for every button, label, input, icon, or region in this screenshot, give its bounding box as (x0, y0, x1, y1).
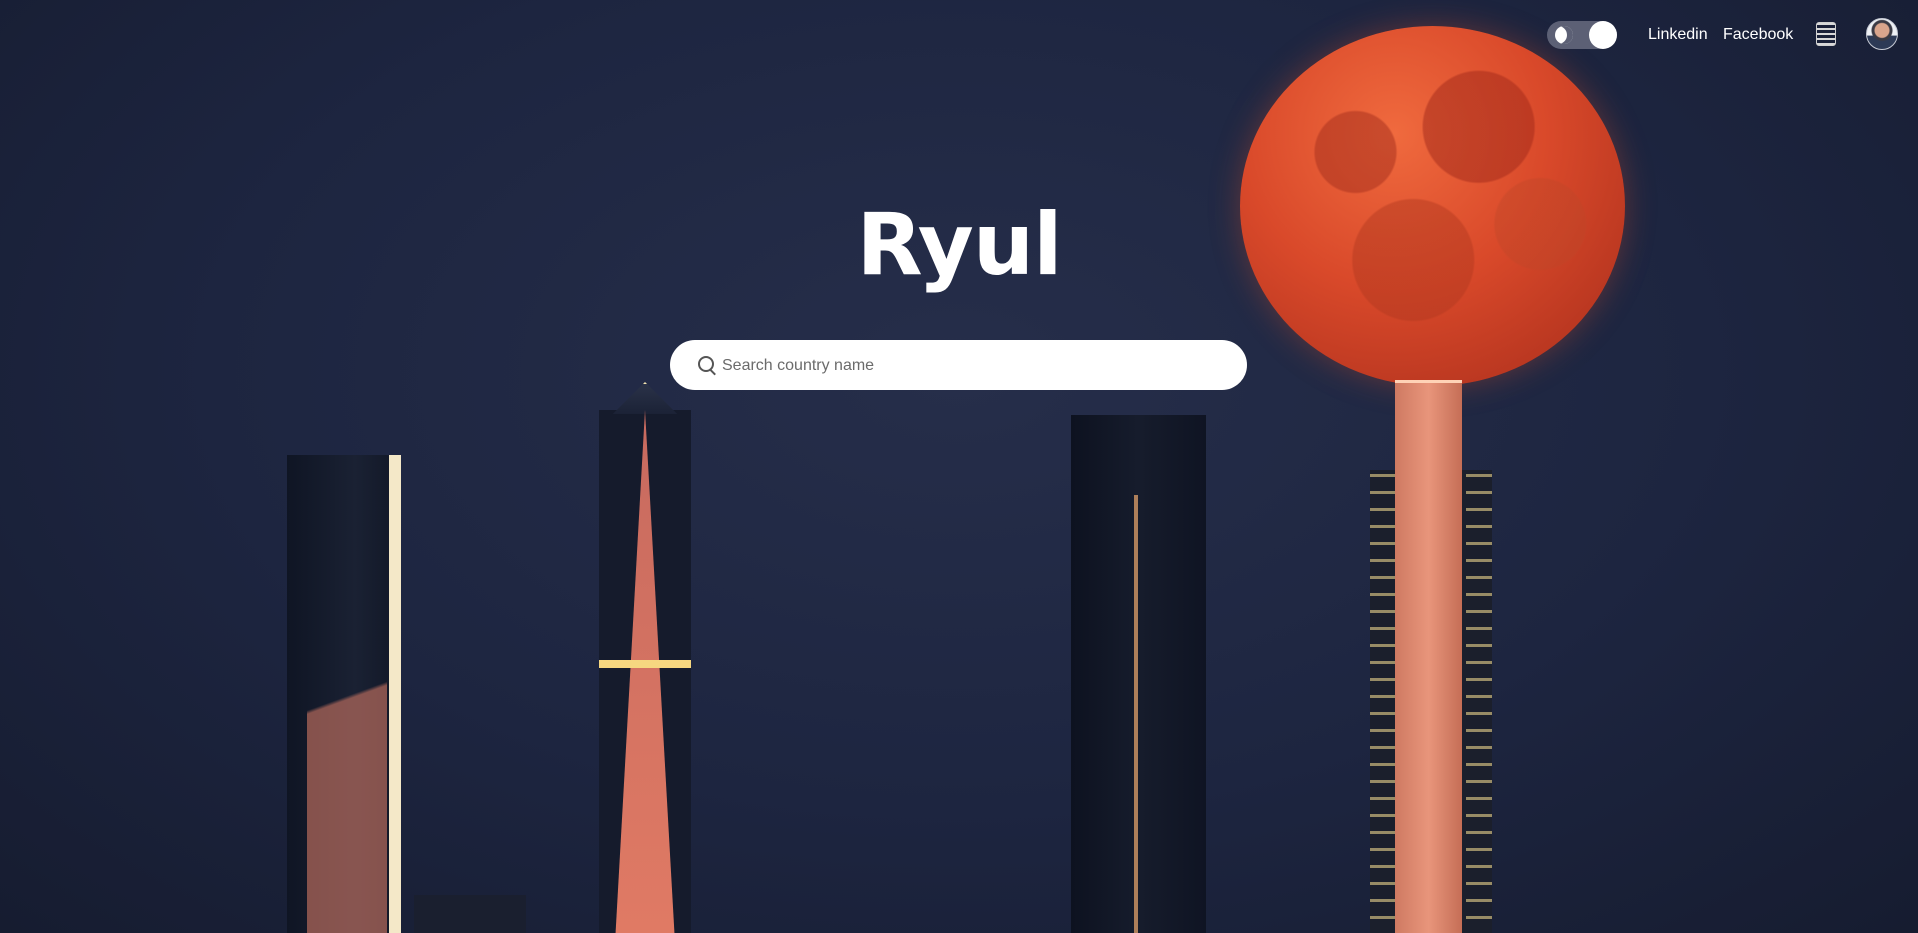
linkedin-link[interactable]: Linkedin (1648, 26, 1708, 44)
qr-code-icon[interactable] (1816, 22, 1836, 46)
page-title: Ryul (856, 195, 1062, 295)
search-bar[interactable] (670, 340, 1247, 392)
skyscraper (599, 382, 691, 933)
skyscraper (1370, 380, 1492, 933)
user-avatar[interactable] (1866, 18, 1898, 50)
theme-toggle[interactable] (1547, 21, 1617, 49)
moon-icon (1555, 26, 1573, 44)
toggle-knob (1589, 21, 1617, 49)
search-input[interactable] (720, 340, 1224, 392)
search-icon (698, 356, 714, 372)
skyscraper (1071, 415, 1206, 933)
building (414, 895, 526, 933)
skyscraper (287, 455, 401, 933)
facebook-link[interactable]: Facebook (1723, 26, 1793, 44)
